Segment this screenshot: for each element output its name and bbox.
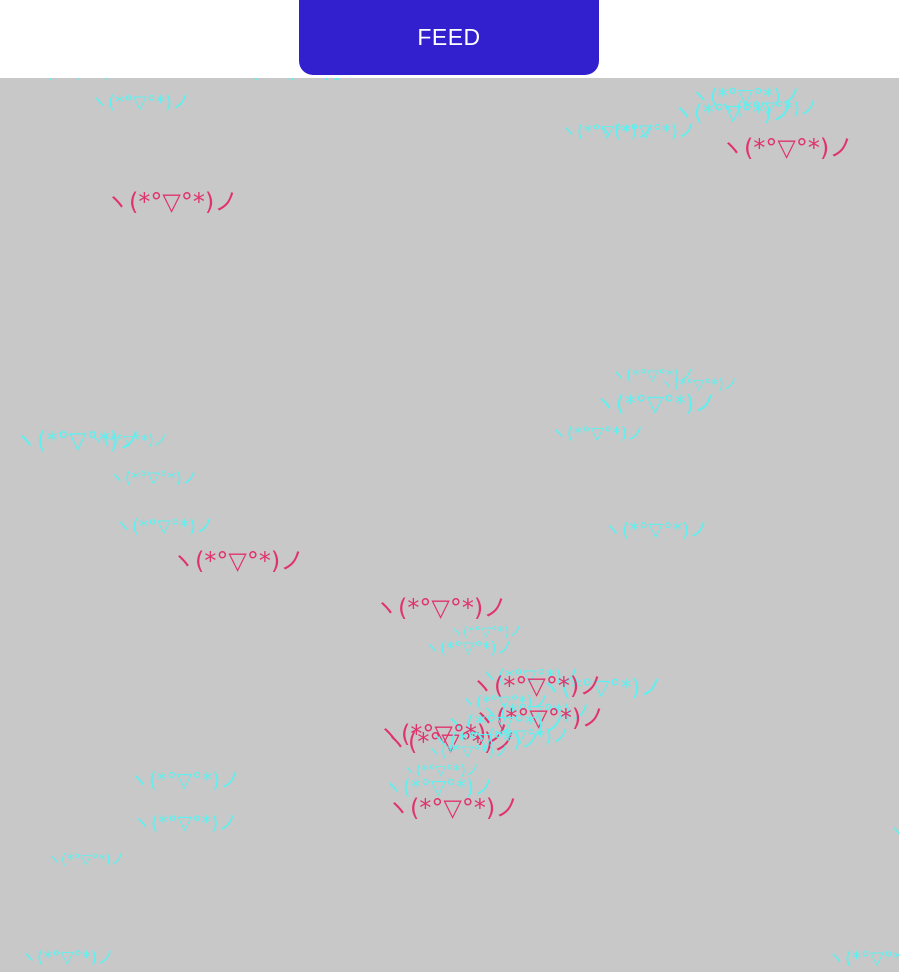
top-bar: FEED [0,0,899,78]
hungry-face: ヽ(*°▽°*)ノ [90,92,190,113]
top-edge-faces: ヽ(*°▽°*)ノ ヽ(*°▽°*)ノ [0,78,899,80]
fed-face: ヽ(*°▽°*)ノ [374,594,508,622]
hungry-face: ヽ(*°▽°*)ノ [129,768,240,792]
hungry-face: ヽ(*°▽°*)ノ [888,822,899,843]
hungry-face: ヽ(*°▽°*)ノ [718,98,818,119]
hungry-face: ヽ(*°▽°*)ノ [596,121,696,142]
hungry-face: ヽ(*°▽°*)ノ [827,948,899,969]
hungry-face: ヽ(*°▽°*)ノ [109,468,198,487]
fed-face: ヽ(*°▽°*)ノ [105,188,239,216]
hungry-face: ヽ(*°▽°*)ノ [230,78,352,80]
fed-face: ヽ(*°▽°*)ノ [720,134,854,162]
fed-face: ヽ(*°▽°*)ノ [386,794,520,822]
hungry-face: ヽ(*°▽°*)ノ [132,812,238,834]
hungry-face: ヽ(*°▽°*)ノ [114,516,214,537]
hungry-face: ヽ(*°▽°*)ノ [426,742,510,760]
hungry-face: ヽ(*°▽°*)ノ [424,638,513,657]
hungry-face: ヽ(*°▽°*)ノ [660,377,738,393]
fed-face: ヽ(*°▽°*)ノ [171,547,305,575]
hungry-face: ヽ(*°▽°*)ノ [20,948,115,968]
hungry-face: ヽ(*°▽°*)ノ [603,519,709,541]
feed-button[interactable]: FEED [299,0,599,75]
hungry-face: ヽ(*°▽°*)ノ [594,392,717,417]
play-field: ヽ(*°▽°*)ノ ヽ(*°▽°*)ノ ヽ(*°▽°*)ノ ヽ(*°▽°*)ノ ヽ(*°… [0,78,899,972]
hungry-face: ヽ(*°▽°*)ノ [47,852,125,868]
hungry-face: ヽ(*°▽°*)ノ [90,433,168,449]
hungry-face: ヽ(*°▽°*)ノ [28,78,128,80]
hungry-face: ヽ(*°▽°*)ノ [550,424,645,444]
